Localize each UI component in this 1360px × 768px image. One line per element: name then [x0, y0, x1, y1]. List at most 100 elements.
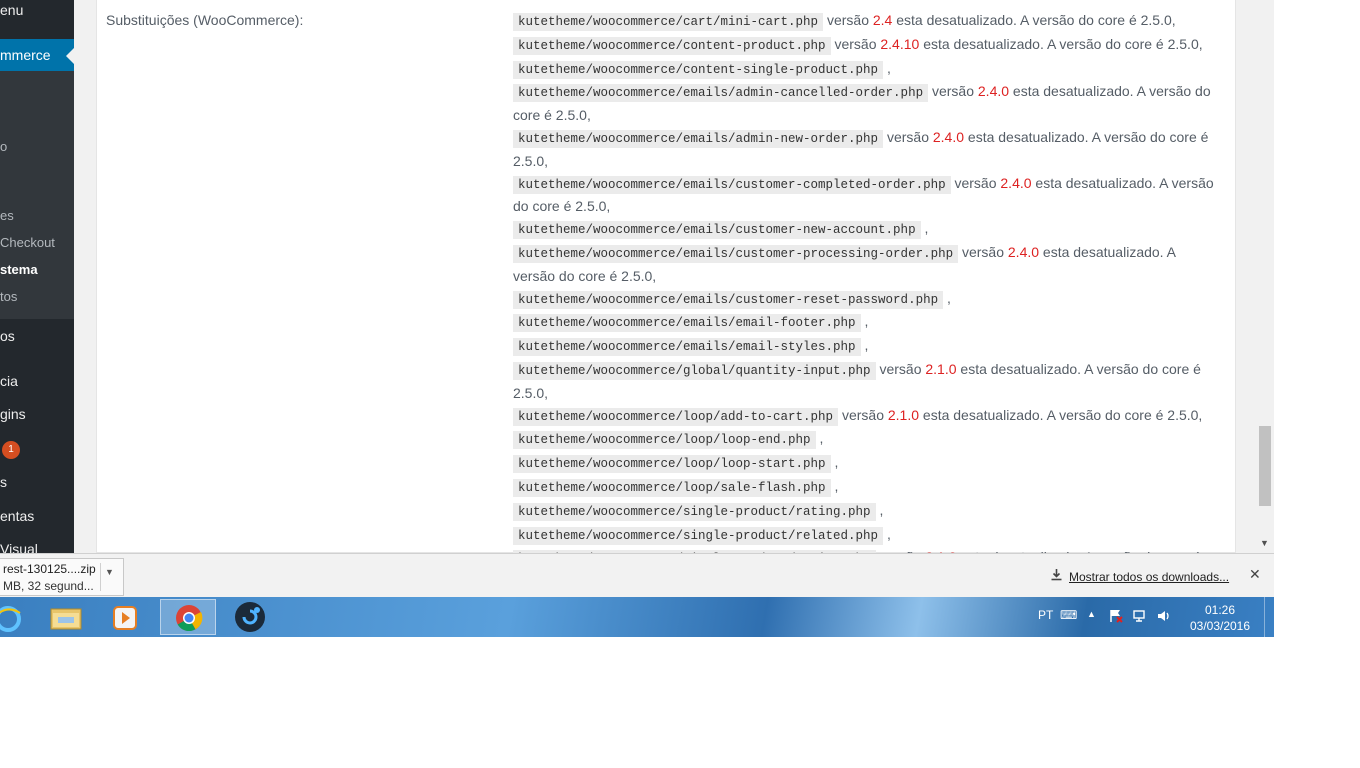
override-file-path: kutetheme/woocommerce/content-single-pro… [513, 60, 884, 79]
outdated-version: 2.4.0 [1000, 174, 1032, 191]
outdated-version: 2.1.0 [925, 360, 957, 377]
sidebar-item-menu[interactable]: enu [0, 0, 23, 24]
sidebar-item-produtos[interactable]: os [0, 322, 15, 350]
override-entry: kutetheme/woocommerce/emails/admin-new-o… [513, 127, 1219, 173]
override-entry: kutetheme/woocommerce/loop/loop-start.ph… [513, 452, 1219, 476]
outdated-version: 2.4.0 [932, 128, 965, 145]
sidebar-item-usuarios[interactable]: s [0, 468, 7, 496]
outdated-version: 2.4 [872, 12, 893, 28]
show-desktop-button[interactable] [1264, 597, 1274, 637]
outdated-version: 2.4.0 [977, 83, 1010, 100]
override-entry: kutetheme/woocommerce/emails/customer-re… [513, 288, 1219, 312]
override-entry: kutetheme/woocommerce/single-product/rel… [513, 524, 1219, 548]
sidebar-sub-item[interactable]: tos [0, 283, 17, 311]
network-monitor-icon [1133, 610, 1145, 622]
taskbar-explorer-button[interactable] [38, 599, 94, 635]
sidebar-item-woocommerce[interactable]: mmerce [0, 41, 51, 69]
media-player-icon [113, 606, 137, 630]
clock-time: 01:26 [1204, 603, 1236, 617]
scrollbar-thumb[interactable] [1259, 426, 1271, 506]
network-icon[interactable] [1132, 608, 1148, 627]
version-note: , [879, 501, 884, 518]
override-file-path: kutetheme/woocommerce/loop/loop-end.php [513, 431, 816, 450]
version-prefix: versão [886, 128, 929, 145]
sidebar-item-aparencia[interactable]: cia [0, 367, 18, 395]
version-note: , [834, 454, 839, 471]
download-bar: rest-130125....zip MB, 32 segund... ▼ Mo… [0, 553, 1274, 598]
override-entry: kutetheme/woocommerce/loop/add-to-cart.p… [513, 405, 1219, 429]
override-file-path: kutetheme/woocommerce/emails/admin-new-o… [513, 129, 884, 148]
override-file-path: kutetheme/woocommerce/emails/email-style… [513, 338, 861, 357]
sidebar-sub-item-status-sistema[interactable]: stema [0, 256, 38, 284]
scroll-down-arrow-icon[interactable]: ▼ [1260, 538, 1269, 548]
speaker-icon [1158, 611, 1169, 621]
version-prefix: versão [879, 360, 922, 377]
taskbar-media-player-button[interactable] [98, 599, 154, 635]
taskbar-chrome-button[interactable] [160, 599, 216, 635]
override-entry: kutetheme/woocommerce/content-product.ph… [513, 34, 1219, 58]
show-all-downloads-link[interactable]: Mostrar todos os downloads... [1050, 568, 1229, 584]
version-prefix: versão [826, 12, 869, 28]
override-entry: kutetheme/woocommerce/cart/mini-cart.php… [513, 10, 1219, 34]
folder-icon [50, 608, 82, 630]
version-prefix: versão [841, 406, 884, 423]
page-scrollbar[interactable]: ▼ [1256, 0, 1274, 553]
version-note: , [886, 525, 891, 542]
override-file-path: kutetheme/woocommerce/single-product/rat… [513, 502, 876, 521]
override-entry: kutetheme/woocommerce/emails/email-style… [513, 335, 1219, 359]
override-entry: kutetheme/woocommerce/emails/admin-cance… [513, 81, 1219, 127]
screen: enu mmerce o es Checkout stema tos os ci… [0, 0, 1274, 637]
taskbar-ie-button[interactable] [0, 599, 28, 635]
version-note: , [886, 59, 891, 76]
keyboard-icon[interactable]: ⌨ [1060, 608, 1077, 622]
internet-explorer-icon [0, 606, 21, 632]
version-prefix: versão [961, 243, 1004, 260]
override-file-path: kutetheme/woocommerce/emails/customer-pr… [513, 244, 959, 263]
chevron-down-icon[interactable]: ▼ [105, 567, 114, 577]
update-count-badge: 1 [2, 441, 20, 459]
close-download-bar-icon[interactable]: ✕ [1249, 566, 1261, 583]
action-center-flag-icon[interactable] [1108, 608, 1124, 627]
download-icon [1051, 569, 1062, 581]
system-clock[interactable]: 01:26 03/03/2016 [1186, 602, 1254, 634]
version-note: esta desatualizado. A versão do core é 2… [896, 12, 1176, 28]
sidebar-sub-item-checkout[interactable]: Checkout [0, 229, 55, 257]
flag-icon [1110, 610, 1123, 623]
version-note: esta desatualizado. A versão do core é 2… [923, 35, 1203, 52]
volume-icon[interactable] [1156, 608, 1172, 627]
sidebar-item-ferramentas[interactable]: entas [0, 502, 34, 530]
override-entry: kutetheme/woocommerce/emails/customer-pr… [513, 242, 1219, 288]
taskbar-app-button[interactable] [222, 599, 278, 635]
sidebar-active-arrow [66, 48, 74, 64]
version-note: , [864, 313, 869, 330]
override-entry: kutetheme/woocommerce/loop/sale-flash.ph… [513, 476, 1219, 500]
override-entry: kutetheme/woocommerce/emails/customer-co… [513, 173, 1219, 219]
show-all-downloads-label: Mostrar todos os downloads... [1069, 570, 1230, 584]
sidebar-item-plugins[interactable]: gins [0, 400, 26, 428]
overrides-list: kutetheme/woocommerce/cart/mini-cart.php… [513, 10, 1219, 593]
override-file-path: kutetheme/woocommerce/emails/customer-co… [513, 175, 951, 194]
show-hidden-icons-icon[interactable]: ▲ [1087, 609, 1096, 619]
override-file-path: kutetheme/woocommerce/loop/add-to-cart.p… [513, 407, 839, 426]
outdated-version: 2.4.0 [1007, 243, 1040, 260]
overrides-row-label: Substituições (WooCommerce): [106, 12, 304, 28]
outdated-version: 2.4.10 [880, 35, 920, 52]
sidebar-sub-item[interactable]: es [0, 202, 14, 230]
clock-date: 03/03/2016 [1189, 619, 1251, 633]
override-file-path: kutetheme/woocommerce/global/quantity-in… [513, 361, 876, 380]
chrome-icon [176, 605, 203, 632]
download-item[interactable]: rest-130125....zip MB, 32 segund... ▼ [0, 558, 124, 596]
override-entry: kutetheme/woocommerce/global/quantity-in… [513, 359, 1219, 405]
sidebar-item-visual[interactable]: Visual [0, 535, 38, 553]
override-file-path: kutetheme/woocommerce/loop/loop-start.ph… [513, 455, 831, 474]
sidebar-sub-item[interactable]: o [0, 133, 7, 161]
override-file-path: kutetheme/woocommerce/cart/mini-cart.php [513, 13, 824, 31]
version-note: , [834, 477, 839, 494]
input-language-indicator[interactable]: PT [1038, 608, 1053, 622]
override-file-path: kutetheme/woocommerce/single-product/rel… [513, 526, 884, 545]
download-item-divider [100, 563, 101, 591]
override-file-path: kutetheme/woocommerce/emails/customer-ne… [513, 221, 921, 240]
version-note: , [864, 337, 869, 354]
download-status: MB, 32 segund... [3, 579, 94, 593]
version-prefix: versão [954, 174, 997, 191]
